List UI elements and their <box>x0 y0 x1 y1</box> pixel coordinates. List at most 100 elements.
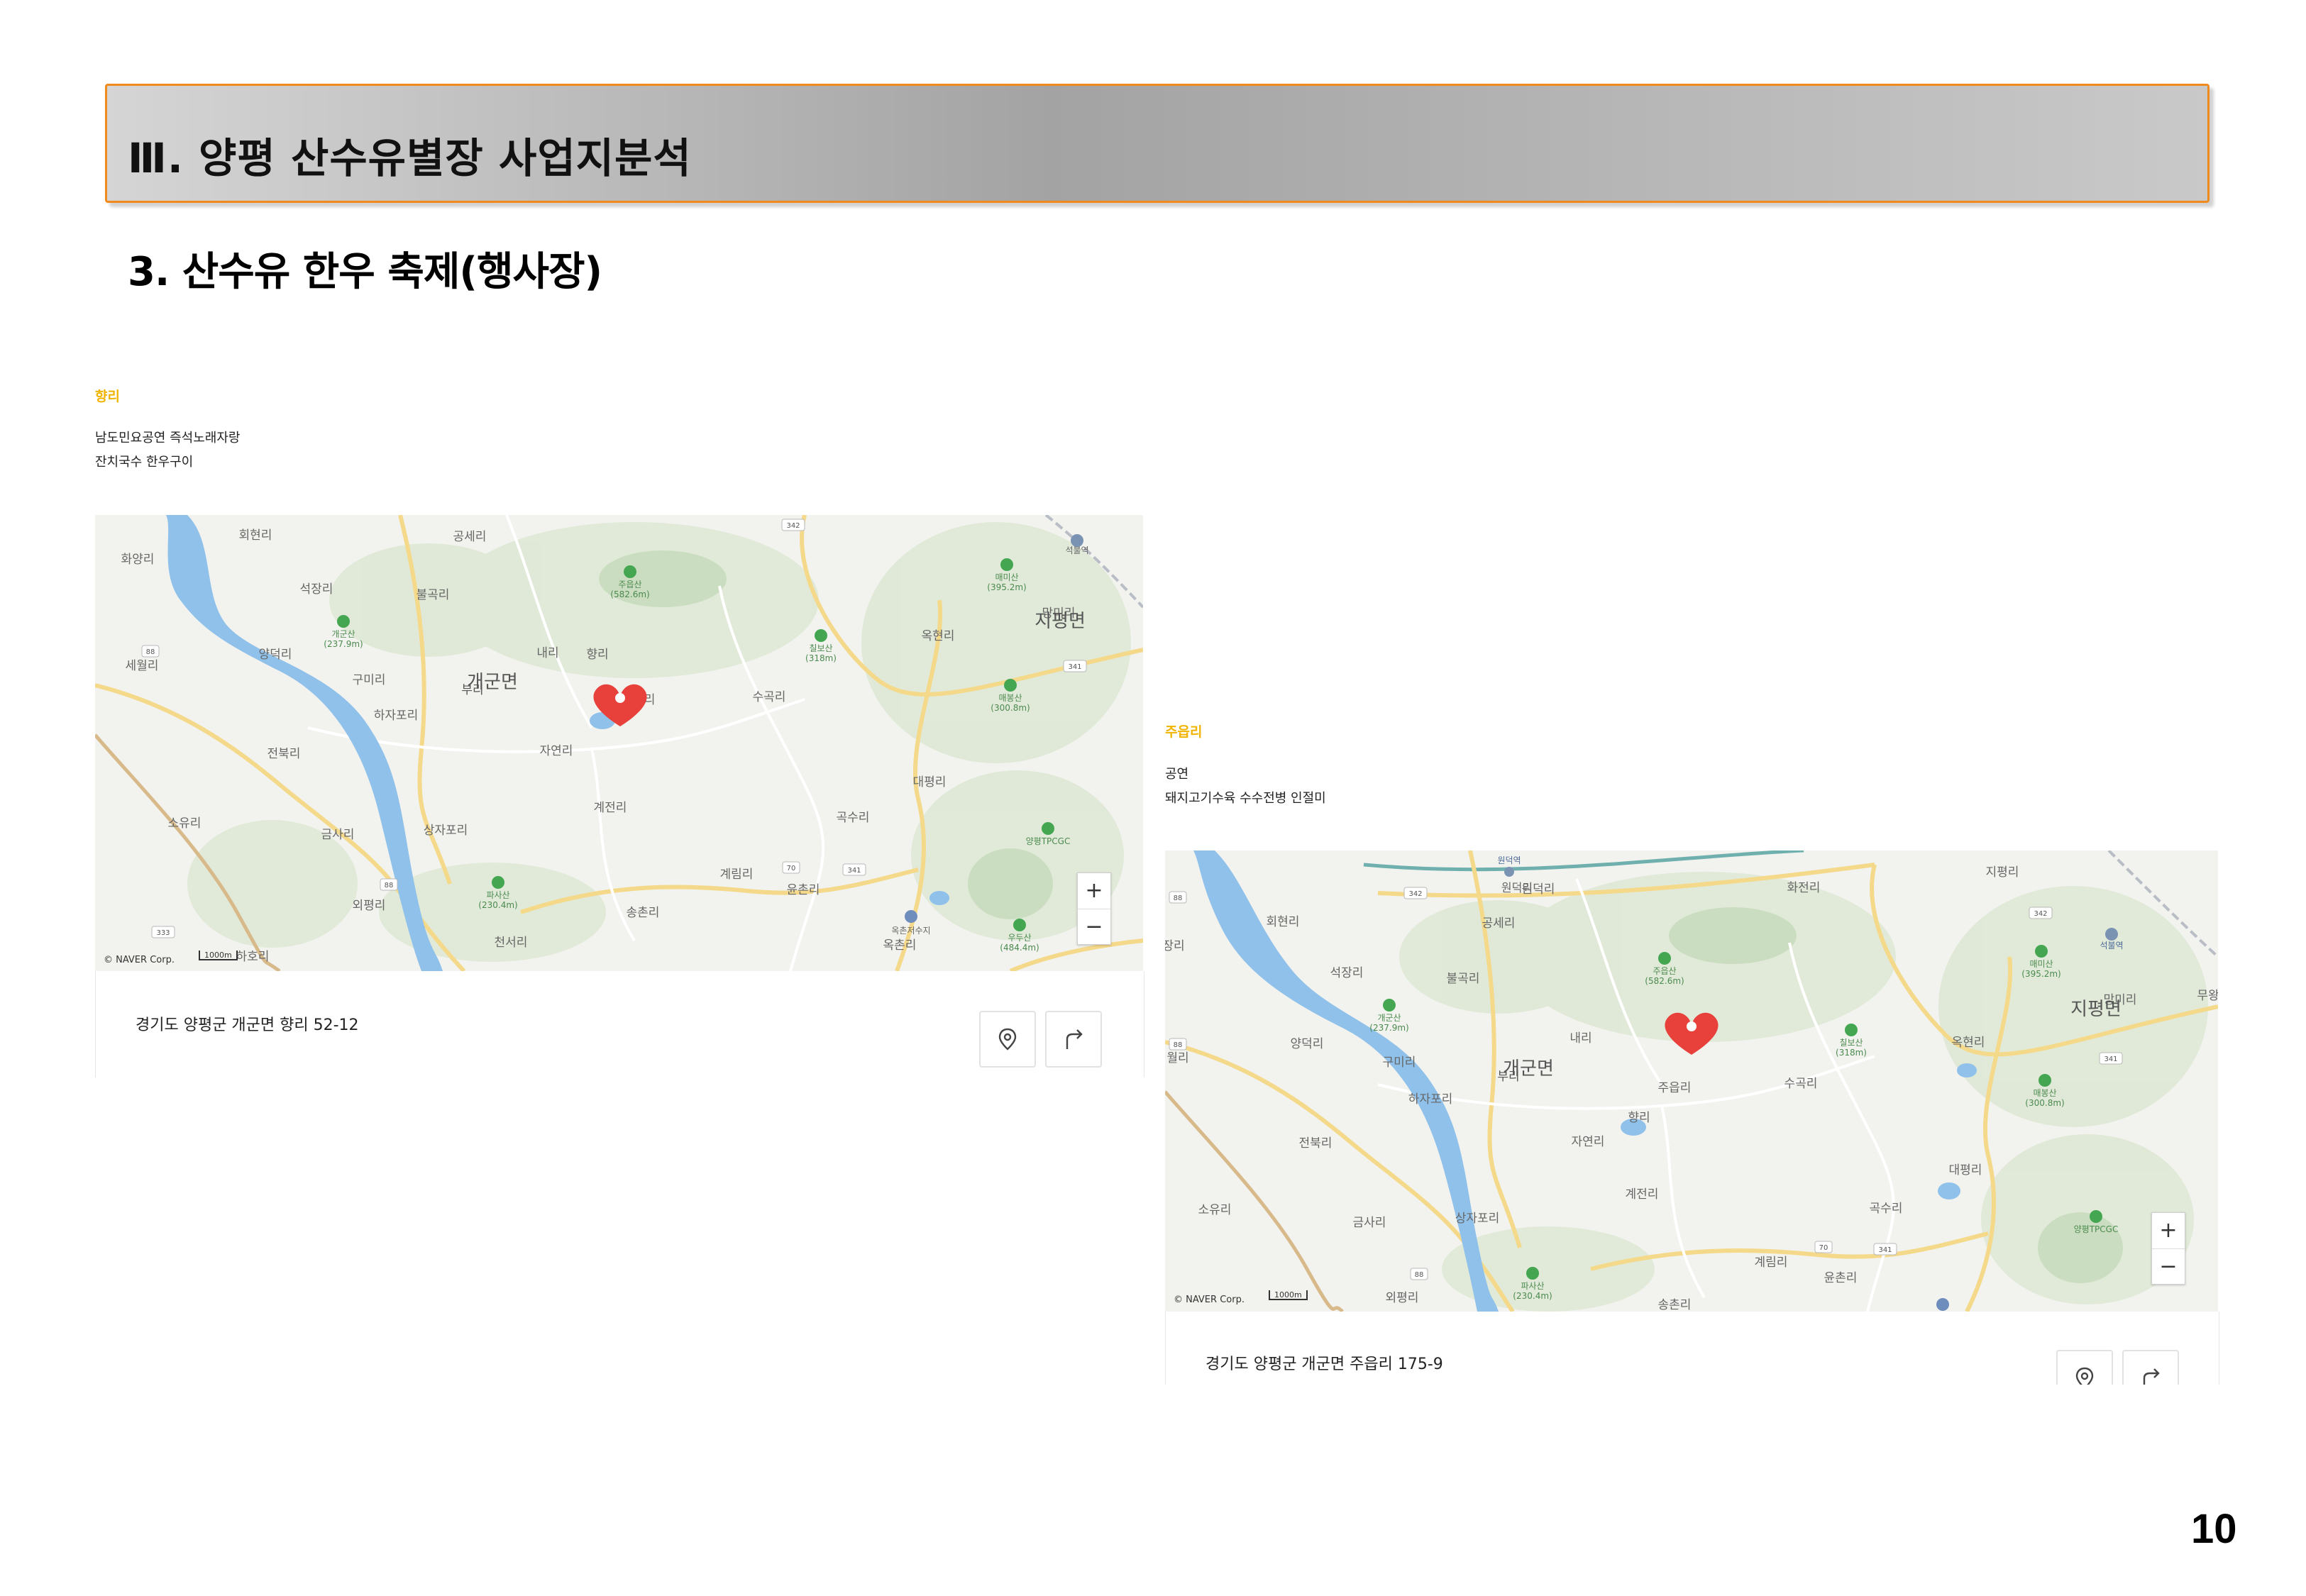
map-pin-button[interactable] <box>2056 1350 2113 1385</box>
svg-text:매봉산: 매봉산 <box>998 693 1022 703</box>
svg-text:(230.4m): (230.4m) <box>478 900 517 910</box>
svg-text:공세리: 공세리 <box>453 530 487 544</box>
address-bar: 경기도 양평군 개군면 주읍리 175-9 <box>1165 1312 2219 1385</box>
svg-text:회현리: 회현리 <box>1267 915 1300 929</box>
svg-text:곡수리: 곡수리 <box>1870 1202 1903 1216</box>
svg-text:88: 88 <box>1174 894 1183 902</box>
svg-text:구미리: 구미리 <box>1383 1055 1416 1070</box>
svg-text:(318m): (318m) <box>805 653 837 663</box>
svg-text:회현리: 회현리 <box>239 528 272 543</box>
svg-text:석불역: 석불역 <box>2100 941 2123 951</box>
svg-text:양평TPCGC: 양평TPCGC <box>2074 1224 2119 1234</box>
map-view[interactable]: 342 88 341 70 341 333 88 회현리 공세리 화양리 석장리… <box>95 515 1143 971</box>
svg-text:70: 70 <box>1819 1244 1828 1252</box>
map-scale: 1000m <box>199 951 238 960</box>
svg-text:(300.8m): (300.8m) <box>991 703 1030 713</box>
svg-text:전북리: 전북리 <box>267 747 301 761</box>
svg-text:금사리: 금사리 <box>1353 1216 1386 1230</box>
svg-text:월리: 월리 <box>1166 1051 1188 1065</box>
description-line: 잔치국수 한우구이 <box>95 455 194 470</box>
map-credit: © NAVER Corp. <box>104 955 175 965</box>
svg-text:341: 341 <box>1068 663 1081 671</box>
svg-text:구미리: 구미리 <box>353 673 386 687</box>
svg-text:파사산: 파사산 <box>1521 1281 1544 1291</box>
svg-text:무왕: 무왕 <box>2197 989 2218 1003</box>
map-pin-icon <box>2075 1367 2094 1385</box>
svg-text:하자포리: 하자포리 <box>374 709 419 723</box>
svg-text:우두산: 우두산 <box>1008 933 1031 943</box>
svg-text:(300.8m): (300.8m) <box>2025 1098 2064 1108</box>
description-line: 남도민요공연 즉석노래자랑 <box>95 431 241 445</box>
svg-text:장리: 장리 <box>1165 939 1185 953</box>
page-number: 10 <box>2191 1506 2237 1552</box>
svg-text:화양리: 화양리 <box>121 553 155 567</box>
zoom-out-button[interactable]: − <box>1078 909 1110 945</box>
svg-text:대평리: 대평리 <box>1949 1163 1982 1177</box>
svg-text:윤촌리: 윤촌리 <box>787 883 820 897</box>
section-title: 3. 산수유 한우 축제(행사장) <box>128 249 602 295</box>
svg-text:석장리: 석장리 <box>300 582 333 597</box>
svg-text:341: 341 <box>2104 1055 2117 1063</box>
description-line: 돼지고기수육 수수전병 인절미 <box>1165 791 1326 806</box>
svg-text:계전리: 계전리 <box>594 801 627 815</box>
svg-text:88: 88 <box>1415 1271 1424 1279</box>
svg-text:70: 70 <box>787 865 796 872</box>
svg-text:부리: 부리 <box>1497 1070 1519 1084</box>
svg-text:윤촌리: 윤촌리 <box>1824 1271 1858 1285</box>
map-view[interactable]: 342 342 88 341 88 70 341 88 원덕리 화전리 지평리 … <box>1165 850 2218 1312</box>
description-line: 공연 <box>1165 767 1189 782</box>
svg-text:매미산: 매미산 <box>2029 959 2053 969</box>
svg-text:부리: 부리 <box>461 683 483 697</box>
svg-text:342: 342 <box>2034 910 2047 918</box>
svg-text:341: 341 <box>1878 1246 1892 1254</box>
svg-text:상자포리: 상자포리 <box>424 824 468 838</box>
svg-text:전북리: 전북리 <box>1299 1136 1333 1151</box>
address-text: 경기도 양평군 개군면 향리 52-12 <box>136 1016 359 1034</box>
svg-text:(395.2m): (395.2m) <box>2021 969 2060 979</box>
svg-text:대평리: 대평리 <box>913 775 947 789</box>
svg-text:매봉산: 매봉산 <box>2033 1088 2056 1098</box>
map-scale: 1000m <box>1269 1290 1308 1300</box>
svg-text:내리: 내리 <box>1569 1031 1591 1046</box>
svg-text:칠보산: 칠보산 <box>1839 1038 1863 1048</box>
directions-button[interactable] <box>2122 1350 2179 1385</box>
svg-text:333: 333 <box>156 929 170 937</box>
svg-text:화전리: 화전리 <box>1787 881 1821 895</box>
map-pin-button[interactable] <box>979 1011 1036 1068</box>
page-title: Ⅲ. 양평 산수유별장 사업지분석 <box>128 134 692 182</box>
zoom-out-button[interactable]: − <box>2152 1249 2185 1285</box>
place-name: 향리 <box>95 389 120 404</box>
svg-text:(582.6m): (582.6m) <box>1645 976 1684 986</box>
svg-text:향리: 향리 <box>1628 1111 1650 1125</box>
svg-text:계림리: 계림리 <box>720 868 754 882</box>
svg-text:옥촌저수지: 옥촌저수지 <box>891 926 930 936</box>
svg-text:88: 88 <box>385 882 394 890</box>
svg-text:주읍산: 주읍산 <box>1653 966 1676 976</box>
svg-text:주읍산: 주읍산 <box>618 580 641 589</box>
zoom-in-button[interactable]: + <box>1078 873 1110 909</box>
svg-text:88: 88 <box>1174 1041 1183 1049</box>
map-graphic: 342 342 88 341 88 70 341 88 원덕리 화전리 지평리 … <box>1165 850 2218 1312</box>
svg-text:(582.6m): (582.6m) <box>610 589 649 599</box>
svg-text:파사산: 파사산 <box>486 890 509 900</box>
svg-text:세월리: 세월리 <box>126 659 159 673</box>
map-credit: © NAVER Corp. <box>1174 1295 1245 1305</box>
svg-text:양평TPCGC: 양평TPCGC <box>1026 836 1071 846</box>
svg-text:342: 342 <box>786 522 800 530</box>
svg-text:수곡리: 수곡리 <box>753 690 786 704</box>
svg-text:외평리: 외평리 <box>353 899 386 913</box>
address-bar: 경기도 양평군 개군면 향리 52-12 <box>95 971 1144 1077</box>
svg-text:하자포리: 하자포리 <box>1408 1092 1453 1107</box>
svg-text:하호리: 하호리 <box>236 950 270 964</box>
zoom-in-button[interactable]: + <box>2152 1213 2185 1249</box>
svg-text:송촌리: 송촌리 <box>627 906 660 920</box>
directions-button[interactable] <box>1045 1011 1102 1068</box>
svg-text:88: 88 <box>146 648 155 656</box>
svg-text:곡수리: 곡수리 <box>837 811 870 825</box>
svg-text:상자포리: 상자포리 <box>1455 1212 1500 1226</box>
svg-text:공세리: 공세리 <box>1482 916 1516 931</box>
svg-text:(230.4m): (230.4m) <box>1513 1291 1552 1301</box>
directions-icon <box>1066 1029 1083 1049</box>
svg-text:옥현리: 옥현리 <box>922 629 955 643</box>
svg-text:자연리: 자연리 <box>1572 1135 1605 1149</box>
